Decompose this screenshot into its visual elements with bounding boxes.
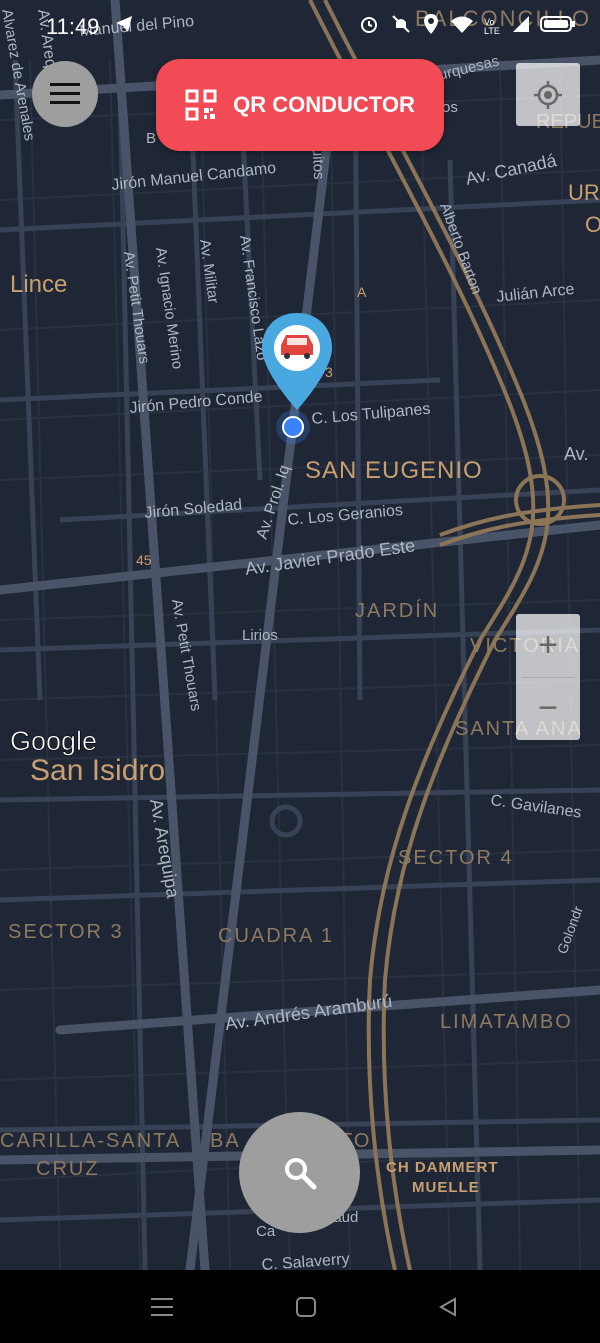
label-ch-dammert: CH DAMMERT xyxy=(386,1159,499,1176)
qr-conductor-button[interactable]: QR CONDUCTOR xyxy=(156,59,444,151)
search-icon xyxy=(284,1157,316,1189)
battery-icon xyxy=(540,15,576,38)
label-cuadra-1: CUADRA 1 xyxy=(218,925,334,947)
menu-lines-icon xyxy=(151,1298,173,1316)
alarm-icon xyxy=(358,13,380,40)
back-triangle-icon xyxy=(438,1297,456,1317)
label-muelle: MUELLE xyxy=(412,1179,480,1196)
label-ur: UR xyxy=(568,180,600,205)
search-button[interactable] xyxy=(239,1112,360,1233)
crosshair-icon xyxy=(534,80,562,109)
map-view[interactable]: Lince San Isidro SAN EUGENIO JARDÍN VICT… xyxy=(0,0,600,1270)
signal-icon xyxy=(512,15,530,38)
label-jardin: JARDÍN xyxy=(355,599,439,622)
menu-button[interactable] xyxy=(32,61,98,127)
street-av-right: Av. xyxy=(564,444,588,464)
street-uitos: uitos xyxy=(309,148,327,180)
current-location-marker xyxy=(276,410,310,444)
label-sector-4: SECTOR 4 xyxy=(398,847,514,869)
square-icon xyxy=(296,1297,316,1317)
label-o: O xyxy=(585,212,600,237)
label-limatambo: LIMATAMBO xyxy=(440,1011,573,1033)
location-icon xyxy=(422,13,440,40)
label-carilla-santa: CARILLA-SANTA xyxy=(0,1130,181,1152)
label-cruz: CRUZ xyxy=(36,1158,100,1180)
navigation-bar xyxy=(0,1270,600,1343)
zoom-in-button[interactable]: + xyxy=(516,614,580,677)
volte-icon: Vo LTE xyxy=(484,16,500,36)
street-os: os xyxy=(442,99,458,116)
google-attribution: Google xyxy=(10,726,97,756)
label-san-isidro: San Isidro xyxy=(30,754,165,787)
telegram-icon xyxy=(114,14,134,39)
home-button[interactable] xyxy=(286,1292,326,1322)
qr-code-icon xyxy=(185,89,217,121)
label-lince: Lince xyxy=(10,271,67,298)
status-bar: 11:49 Vo LTE xyxy=(0,0,600,52)
label-45: 45 xyxy=(136,552,152,568)
status-time: 11:49 xyxy=(46,14,100,39)
zoom-out-button[interactable]: − xyxy=(516,677,580,740)
wifi-icon xyxy=(450,14,474,39)
label-san-eugenio: SAN EUGENIO xyxy=(305,457,483,484)
zoom-controls: + − xyxy=(516,614,580,740)
hamburger-icon xyxy=(50,83,80,104)
label-ba: BA xyxy=(210,1130,241,1152)
recent-apps-button[interactable] xyxy=(142,1292,182,1322)
my-location-button[interactable] xyxy=(516,63,580,126)
back-button[interactable] xyxy=(428,1292,468,1322)
label-a: A xyxy=(357,284,367,300)
qr-conductor-label: QR CONDUCTOR xyxy=(233,92,415,117)
label-sector-3: SECTOR 3 xyxy=(8,921,124,943)
street-lirios: Lirios xyxy=(242,627,278,644)
street-b: B xyxy=(146,130,156,147)
mute-icon xyxy=(390,13,412,40)
